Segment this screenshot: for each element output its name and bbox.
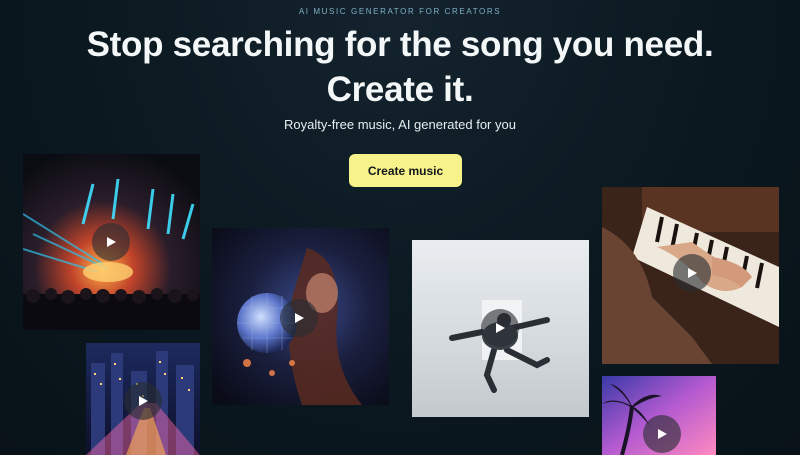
gallery-card-city-night[interactable]: [86, 343, 200, 455]
gallery-card-disco-ball[interactable]: [212, 228, 389, 405]
page-title: Stop searching for the song you need. Cr…: [0, 22, 800, 112]
gallery-card-concert[interactable]: [23, 154, 200, 330]
gallery-card-piano[interactable]: [602, 187, 779, 364]
play-icon: [107, 237, 116, 247]
play-button[interactable]: [481, 309, 519, 347]
play-icon: [658, 429, 667, 439]
play-button[interactable]: [643, 415, 681, 453]
play-icon: [688, 268, 697, 278]
play-button[interactable]: [124, 382, 162, 420]
eyebrow-label: AI MUSIC GENERATOR FOR CREATORS: [298, 7, 502, 16]
gallery-card-dancer[interactable]: [412, 240, 589, 417]
play-icon: [139, 396, 148, 406]
play-button[interactable]: [673, 254, 711, 292]
headline-line-1: Stop searching for the song you need.: [86, 25, 714, 64]
play-button[interactable]: [92, 223, 130, 261]
play-button[interactable]: [280, 299, 318, 337]
headline-line-2: Create it.: [326, 70, 474, 109]
gallery-card-palm-sunset[interactable]: [602, 376, 716, 455]
play-icon: [496, 323, 505, 333]
subtitle: Royalty-free music, AI generated for you: [284, 117, 516, 132]
play-icon: [295, 313, 304, 323]
create-music-button[interactable]: Create music: [349, 154, 462, 187]
